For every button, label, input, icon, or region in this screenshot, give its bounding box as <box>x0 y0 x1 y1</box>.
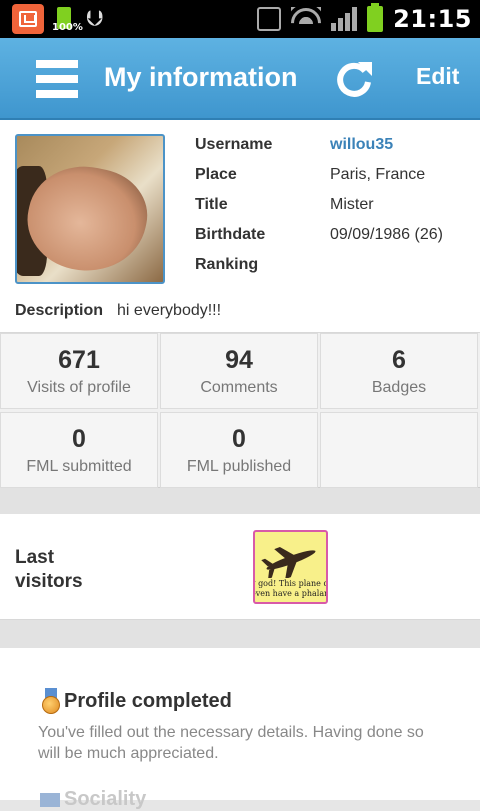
usb-icon: ⮋ <box>86 6 103 32</box>
signal-icon <box>331 7 358 31</box>
description: Description hi everybody!!! <box>15 302 221 320</box>
stat-empty-cell <box>320 412 478 488</box>
username-link[interactable]: willou35 <box>330 136 393 154</box>
stat-label: Comments <box>200 379 278 396</box>
battery-notification-icon: 100% <box>52 5 83 33</box>
stat-value: 94 <box>225 346 253 374</box>
wifi-icon <box>291 7 322 31</box>
achievement-description: You've filled out the necessary details.… <box>38 724 424 762</box>
section-divider <box>0 488 480 514</box>
stat-badges[interactable]: 6 Badges <box>320 333 478 409</box>
edit-button[interactable]: Edit <box>416 63 459 90</box>
stat-value: 0 <box>232 425 246 453</box>
stat-value: 0 <box>72 425 86 453</box>
info-key: Username <box>195 136 273 153</box>
status-bar: 100% ⮋ 21:15 <box>0 0 480 38</box>
info-key: Place <box>195 166 237 183</box>
stat-value: 6 <box>392 346 406 374</box>
stat-fml-submitted[interactable]: 0 FML submitted <box>0 412 158 488</box>
info-value: Paris, France <box>330 166 426 183</box>
battery-icon <box>367 3 384 32</box>
visitor-avatar[interactable]: y god! This plane do even have a phalang… <box>253 530 328 604</box>
achievement-title-text: Profile completed <box>64 689 232 712</box>
avatar[interactable] <box>15 134 165 284</box>
stat-value: 671 <box>58 346 100 374</box>
stat-label: Visits of profile <box>27 379 131 396</box>
action-bar: My information Edit <box>0 38 480 120</box>
profile-section: Username willou35 Place Paris, France Ti… <box>0 120 480 332</box>
description-value: hi everybody!!! <box>117 302 222 319</box>
last-visitors-label: Last visitors <box>15 547 83 592</box>
clock: 21:15 <box>393 5 472 33</box>
info-key: Birthdate <box>195 226 266 243</box>
stat-fml-published[interactable]: 0 FML published <box>160 412 318 488</box>
battery-percent: 100% <box>52 22 83 33</box>
airplane-icon <box>261 547 316 578</box>
stats-grid: 671 Visits of profile 94 Comments 6 Badg… <box>0 332 480 488</box>
app-notification-icon[interactable] <box>12 4 44 34</box>
info-value: 09/09/1986 (26) <box>330 226 443 243</box>
medal-icon <box>40 688 62 714</box>
stat-comments[interactable]: 94 Comments <box>160 333 318 409</box>
caption-line: y god! This plane do <box>253 579 328 588</box>
stat-label: FML submitted <box>26 458 132 475</box>
section-divider <box>0 620 480 648</box>
stat-label: FML published <box>186 458 292 475</box>
vibrate-icon <box>257 7 282 31</box>
achievement-title: Profile completed <box>40 688 232 714</box>
description-label: Description <box>15 302 104 319</box>
stat-label: Badges <box>371 379 427 396</box>
visitor-caption: y god! This plane do even have a phalang… <box>253 579 328 599</box>
info-value: Mister <box>330 196 374 213</box>
page-title: My information <box>104 62 298 92</box>
info-key: Title <box>195 196 228 213</box>
info-key: Ranking <box>195 256 259 273</box>
caption-line: even have a phalange <box>255 589 326 598</box>
menu-icon[interactable] <box>36 60 78 98</box>
stat-visits[interactable]: 671 Visits of profile <box>0 333 158 409</box>
achievements-section: Profile completed You've filled out the … <box>0 648 480 810</box>
last-visitors-section: Last visitors y god! This plane do even … <box>0 514 480 620</box>
refresh-icon[interactable] <box>334 58 374 98</box>
